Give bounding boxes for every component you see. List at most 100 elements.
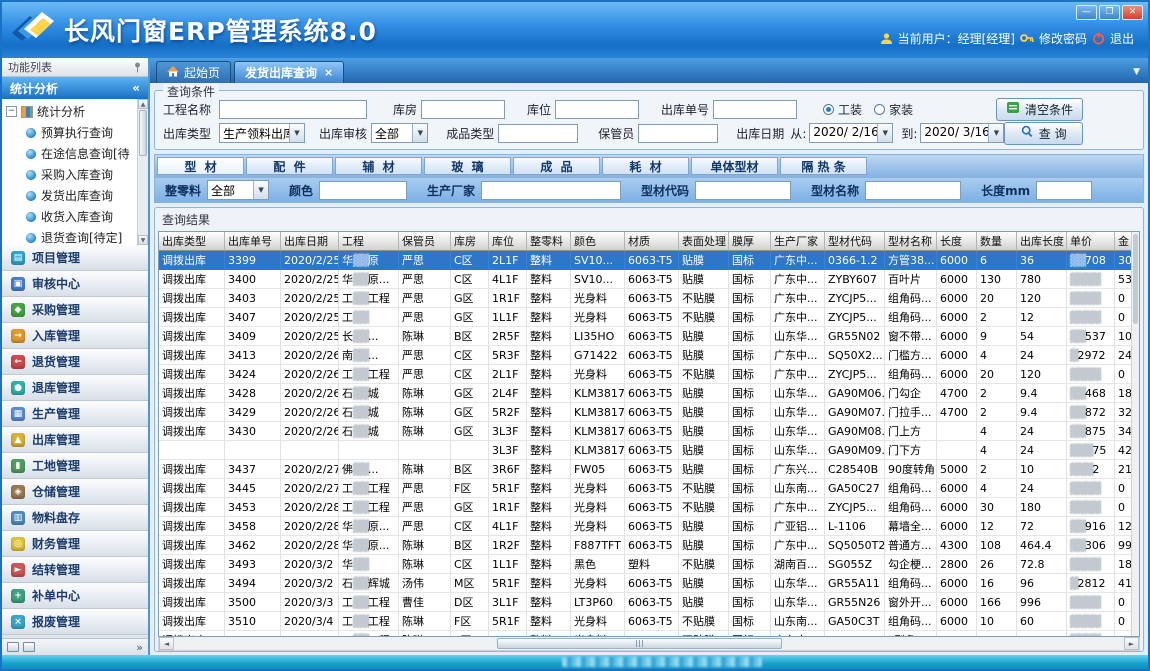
scroll-down-icon[interactable]: ▼	[138, 235, 148, 245]
column-header[interactable]: 出库单号	[225, 232, 281, 251]
table-row[interactable]: 调拨出库34002020/2/25华▓▓原...严思C区4L1F整料SV10..…	[159, 270, 1140, 289]
tab-start-page[interactable]: 起始页	[156, 61, 231, 83]
outbound-type-select[interactable]: 生产领料出库 ▼	[219, 123, 305, 143]
material-tab-6[interactable]: 单体型材	[691, 157, 778, 175]
sidebar-item-production[interactable]: ▦生产管理	[2, 401, 148, 427]
table-row[interactable]: 调拨出库33992020/2/25华▓▓原严思C区2L1F整料SV10...60…	[159, 251, 1140, 270]
tree-item[interactable]: 退货查询[待定]	[2, 227, 148, 245]
tree-expand-icon[interactable]: −	[6, 106, 17, 117]
column-header[interactable]: 长度	[937, 232, 977, 251]
table-row[interactable]: 调拨出库34942020/3/2石▓▓辉城汤伟M区5R1F整料光身料6063-T…	[159, 574, 1140, 593]
column-header[interactable]: 单价	[1067, 232, 1115, 251]
column-header[interactable]: 颜色	[571, 232, 625, 251]
tree-item[interactable]: 发货出库查询	[2, 185, 148, 206]
tab-shipping-outbound-query[interactable]: 发货出库查询 ×	[234, 61, 344, 83]
material-tab-0[interactable]: 型 材	[157, 157, 244, 175]
scroll-left-icon[interactable]: ◄	[159, 637, 174, 650]
sidebar-item-inbound[interactable]: →入库管理	[2, 323, 148, 349]
table-row[interactable]: 调拨出库34132020/2/26南▓▓...严思C区5R3F整料G714226…	[159, 346, 1140, 365]
column-header[interactable]: 型材代码	[825, 232, 885, 251]
table-vertical-scrollbar[interactable]	[1131, 232, 1139, 636]
hscroll-track[interactable]	[174, 637, 1124, 650]
tree-root-statistics[interactable]: − 统计分析	[2, 101, 148, 122]
sidebar-item-audit-center[interactable]: ▣审核中心	[2, 271, 148, 297]
profile-name-input[interactable]	[865, 181, 961, 200]
material-tab-5[interactable]: 耗 材	[602, 157, 689, 175]
sidebar-item-warehouse[interactable]: ◈仓储管理	[2, 479, 148, 505]
table-row[interactable]: 调拨出库34452020/2/27工▓▓工程严思F区5R1F整料光身料6063-…	[159, 479, 1140, 498]
table-row[interactable]: 调拨出库34092020/2/25长▓▓...陈琳B区2R5F整料LI35HO6…	[159, 327, 1140, 346]
material-tab-1[interactable]: 配 件	[246, 157, 333, 175]
column-header[interactable]: 材质	[625, 232, 679, 251]
outbound-audit-select[interactable]: 全部 ▼	[371, 123, 428, 143]
table-row[interactable]: 调拨出库35102020/3/4工▓▓工程陈琳F区5R1F整料光身料6063-T…	[159, 612, 1140, 631]
sidebar-item-supplement-center[interactable]: +补单中心	[2, 583, 148, 609]
product-type-input[interactable]	[498, 124, 578, 143]
column-header[interactable]: 表面处理	[679, 232, 729, 251]
tree-item[interactable]: 收货入库查询	[2, 206, 148, 227]
color-input[interactable]	[319, 181, 407, 200]
whole-part-select[interactable]: 全部 ▼	[207, 180, 269, 200]
column-header[interactable]: 生产厂家	[771, 232, 825, 251]
sidebar-item-scrap[interactable]: ×报废管理	[2, 609, 148, 635]
minimize-button[interactable]: —	[1076, 5, 1097, 20]
sidebar-item-purchase[interactable]: ◆采购管理	[2, 297, 148, 323]
column-header[interactable]: 工程	[339, 232, 399, 251]
maximize-button[interactable]: ❐	[1099, 5, 1120, 20]
manufacturer-input[interactable]	[481, 181, 621, 200]
radio-jiazhuang[interactable]: 家装	[874, 101, 913, 118]
sidebar-item-carryover[interactable]: ►结转管理	[2, 557, 148, 583]
profile-code-input[interactable]	[695, 181, 791, 200]
tree-item[interactable]: 预算执行查询	[2, 122, 148, 143]
close-button[interactable]: ✕	[1122, 5, 1143, 20]
table-row[interactable]: 3L3F整料KLM38176063-T5贴膜国标山东华...GA90M09...…	[159, 441, 1140, 460]
column-header[interactable]: 出库类型	[159, 232, 225, 251]
tree-item[interactable]: 采购入库查询	[2, 164, 148, 185]
table-row[interactable]: 调拨出库34372020/2/27佛▓▓...陈琳B区3R6F整料FW05606…	[159, 460, 1140, 479]
sidebar-section-statistics[interactable]: 统计分析 «	[2, 77, 148, 99]
scroll-up-icon[interactable]: ▲	[138, 99, 148, 109]
radio-gongzhuang[interactable]: 工装	[823, 101, 862, 118]
column-header[interactable]: 数量	[977, 232, 1017, 251]
change-password-link[interactable]: 修改密码	[1039, 30, 1087, 47]
column-header[interactable]: 库位	[489, 232, 527, 251]
date-to-picker[interactable]: 2020/ 3/16 ▼	[920, 123, 1004, 143]
table-row[interactable]: 调拨出库34242020/2/26工▓▓工程严思C区2L1F整料光身料6063-…	[159, 365, 1140, 384]
material-tab-2[interactable]: 辅 材	[335, 157, 422, 175]
column-header[interactable]: 膜厚	[729, 232, 771, 251]
table-row[interactable]: 调拨出库34032020/2/25工▓▓工程严思G区1R1F整料光身料6063-…	[159, 289, 1140, 308]
table-row[interactable]: 调拨出库34532020/2/28工▓▓工程严思G区1R1F整料光身料6063-…	[159, 498, 1140, 517]
table-row[interactable]: 调拨出库34292020/2/26石▓▓城陈琳G区5R2F整料KLM381760…	[159, 403, 1140, 422]
tree-item[interactable]: 在途信息查询[待	[2, 143, 148, 164]
column-header[interactable]: 出库日期	[281, 232, 339, 251]
table-row[interactable]: 调拨出库34282020/2/26石▓▓城陈琳G区2L4F整料KLM381760…	[159, 384, 1140, 403]
project-name-input[interactable]	[219, 100, 367, 119]
scroll-right-icon[interactable]: ►	[1124, 637, 1139, 650]
table-row[interactable]: 调拨出库35002020/3/3工▓▓工程曹佳D区3L1F整料LT3P60606…	[159, 593, 1140, 612]
order-no-input[interactable]	[713, 100, 797, 119]
sidebar-item-project[interactable]: ▤项目管理	[2, 245, 148, 271]
logout-link[interactable]: 退出	[1110, 30, 1134, 47]
table-row[interactable]: 调拨出库34302020/2/26石▓▓城陈琳G区3L3F整料KLM381760…	[159, 422, 1140, 441]
material-tab-3[interactable]: 玻 璃	[424, 157, 511, 175]
tree-scrollbar[interactable]: ▲ ▼	[137, 99, 148, 245]
material-tab-7[interactable]: 隔 热 条	[780, 157, 867, 175]
list-view-icon[interactable]	[7, 642, 19, 652]
collapse-icon[interactable]: «	[132, 81, 140, 95]
column-header[interactable]: 型材名称	[885, 232, 937, 251]
column-header[interactable]: 出库长度	[1017, 232, 1067, 251]
pin-icon[interactable]	[133, 62, 142, 73]
table-row[interactable]: 调拨出库34932020/3/2华▓▓陈琳C区1L1F整料黑色塑料不贴膜国标湖南…	[159, 555, 1140, 574]
column-header[interactable]: 保管员	[399, 232, 451, 251]
tabbar-dropdown-icon[interactable]: ▼	[1133, 67, 1140, 77]
table-row[interactable]: 调拨出库34072020/2/25工▓▓严思G区1L1F整料光身料6063-T5…	[159, 308, 1140, 327]
clear-conditions-button[interactable]: 清空条件	[996, 98, 1083, 121]
sidebar-item-inventory[interactable]: ▥物料盘存	[2, 505, 148, 531]
sidebar-item-outbound[interactable]: ▲出库管理	[2, 427, 148, 453]
location-input[interactable]	[555, 100, 639, 119]
date-from-picker[interactable]: 2020/ 2/16 ▼	[809, 123, 893, 143]
keeper-input[interactable]	[638, 124, 718, 143]
computer-icon[interactable]	[23, 642, 35, 652]
table-row[interactable]: 调拨出库34622020/2/28华▓▓原...陈琳B区1R2F整料F887TF…	[159, 536, 1140, 555]
warehouse-input[interactable]	[421, 100, 505, 119]
